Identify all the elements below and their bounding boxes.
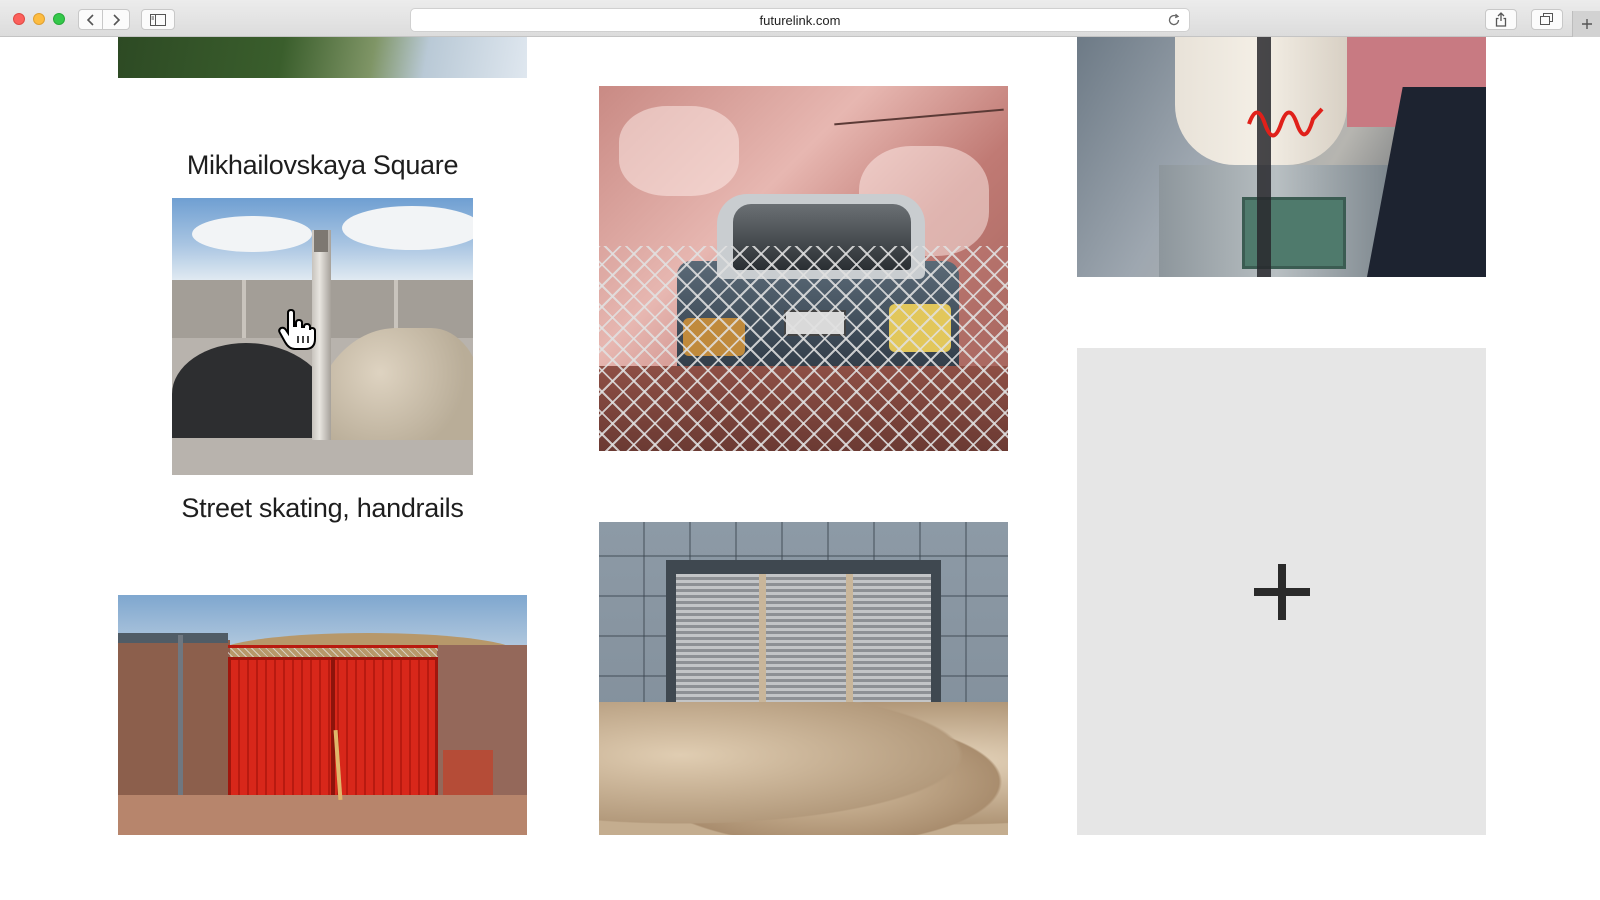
url-text: futurelink.com — [759, 12, 841, 28]
close-window-button[interactable] — [13, 13, 25, 25]
minimize-window-button[interactable] — [33, 13, 45, 25]
sidebar-toggle-button[interactable] — [141, 9, 175, 30]
red-scribble — [1247, 107, 1324, 138]
photo-car-behind-fence[interactable] — [599, 86, 1008, 451]
chevron-left-icon — [86, 13, 94, 26]
photo-red-gate[interactable] — [118, 595, 527, 835]
caption-mikhailovskaya-square: Mikhailovskaya Square — [186, 150, 459, 180]
photo-gravel-piles[interactable] — [172, 198, 473, 475]
back-button[interactable] — [78, 9, 103, 30]
add-photo-button[interactable] — [1077, 348, 1486, 835]
sidebar-icon — [150, 13, 166, 26]
tabs-overview-icon — [1540, 13, 1553, 25]
photo-shuttered-window[interactable] — [599, 522, 1008, 835]
forward-button[interactable] — [103, 9, 130, 30]
zoom-window-button[interactable] — [53, 13, 65, 25]
hand-pointer-cursor-icon — [278, 309, 316, 350]
photo-statue-bust[interactable] — [1077, 37, 1486, 277]
plus-icon — [1253, 563, 1310, 620]
address-bar[interactable]: futurelink.com — [410, 8, 1190, 32]
browser-toolbar: futurelink.com — [0, 0, 1600, 37]
tabs-overview-button[interactable] — [1531, 9, 1563, 30]
reload-icon[interactable] — [1167, 13, 1181, 27]
new-tab-button[interactable] — [1572, 11, 1600, 37]
caption-street-skating: Street skating, handrails — [181, 493, 464, 523]
share-button[interactable] — [1485, 9, 1517, 30]
plus-icon — [1581, 19, 1592, 29]
share-icon — [1495, 12, 1507, 27]
chevron-right-icon — [113, 13, 121, 26]
photo-landscape[interactable] — [118, 37, 527, 78]
